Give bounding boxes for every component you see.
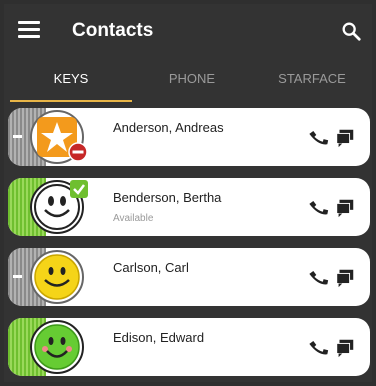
- contact-card[interactable]: Benderson, Bertha Available: [8, 178, 370, 236]
- checkmark-icon: [70, 180, 88, 198]
- chat-icon[interactable]: [334, 267, 356, 289]
- avatar: [30, 320, 84, 374]
- app-bar: Contacts: [4, 4, 372, 58]
- tab-starface[interactable]: STARFACE: [252, 58, 372, 102]
- avatar: [30, 250, 84, 304]
- chat-icon[interactable]: [334, 127, 356, 149]
- tab-keys[interactable]: KEYS: [10, 58, 132, 102]
- active-tab-indicator: [10, 100, 132, 102]
- tab-phone[interactable]: PHONE: [132, 58, 252, 102]
- phone-icon[interactable]: [308, 127, 330, 149]
- contact-name: Carlson, Carl: [113, 260, 189, 275]
- hamburger-menu-icon[interactable]: [18, 21, 40, 39]
- phone-icon[interactable]: [308, 337, 330, 359]
- app-window: Contacts KEYS PHONE STARFACE Anderson, A…: [4, 4, 372, 382]
- tab-bar: KEYS PHONE STARFACE: [4, 58, 372, 102]
- contact-card[interactable]: Edison, Edward: [8, 318, 370, 376]
- chat-icon[interactable]: [334, 337, 356, 359]
- phone-icon[interactable]: [308, 197, 330, 219]
- contact-name: Benderson, Bertha: [113, 190, 222, 205]
- contact-name: Edison, Edward: [113, 330, 205, 345]
- contact-card[interactable]: Anderson, Andreas: [8, 108, 370, 166]
- contact-name: Anderson, Andreas: [113, 120, 224, 135]
- green-smiley-icon: [34, 324, 80, 370]
- chat-icon[interactable]: [334, 197, 356, 219]
- contact-status: Available: [113, 213, 154, 224]
- do-not-disturb-icon: [68, 142, 88, 162]
- page-title: Contacts: [72, 20, 154, 41]
- search-icon[interactable]: [340, 20, 362, 42]
- contact-card[interactable]: Carlson, Carl: [8, 248, 370, 306]
- phone-icon[interactable]: [308, 267, 330, 289]
- yellow-smiley-icon: [34, 254, 80, 300]
